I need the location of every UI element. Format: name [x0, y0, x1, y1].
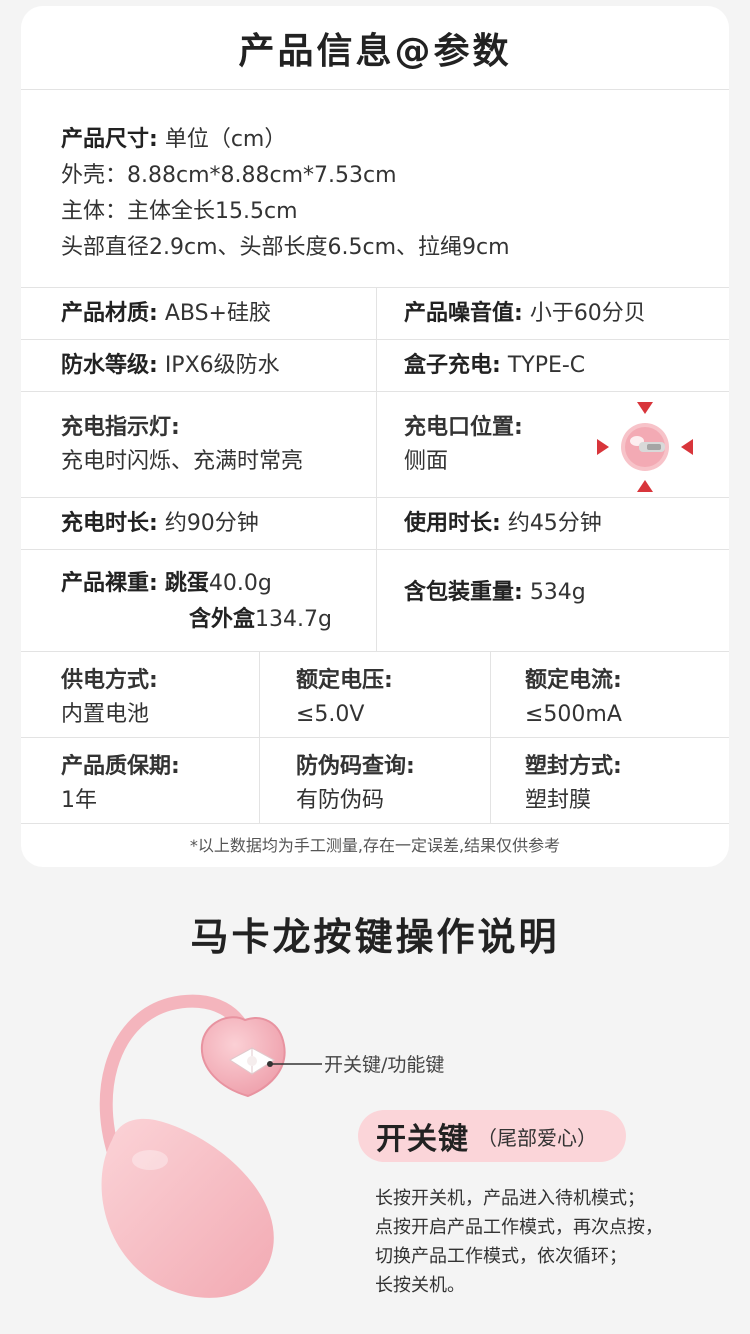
current-value: ≤500mA — [525, 702, 622, 727]
current-label: 额定电流: — [525, 668, 622, 693]
instruction-line: 长按开关机，产品进入待机模式； — [375, 1188, 645, 1209]
waterproof-label: 防水等级: — [61, 353, 158, 378]
key-name: 开关键 — [376, 1122, 469, 1157]
button-callout: 开关键/功能键 — [324, 1054, 445, 1076]
power-label: 供电方式: — [61, 668, 158, 693]
spec-gross-weight: 含包装重量: 534g — [376, 550, 586, 651]
spec-port: 充电口位置: 侧面 — [376, 392, 729, 497]
spec-material: 产品材质: ABS+硅胶 — [21, 288, 271, 339]
material-value: ABS+硅胶 — [164, 301, 271, 326]
size-block: 产品尺寸: 单位（cm） 外壳：8.88cm*8.88cm*7.53cm 主体：… — [21, 90, 729, 288]
use-time-value: 约45分钟 — [507, 511, 602, 536]
spec-indicator: 充电指示灯: 充电时闪烁、充满时常亮 — [21, 392, 303, 497]
spec-current: 额定电流: ≤500mA — [490, 652, 622, 737]
egg-value: 40.0g — [208, 571, 272, 596]
size-label: 产品尺寸: — [61, 127, 158, 152]
body-size: 主体：主体全长15.5cm — [61, 199, 298, 224]
arrow-icon — [597, 439, 609, 455]
key-sub: （尾部爱心） — [477, 1125, 597, 1150]
instructions: 长按开关机，产品进入待机模式； 点按开启产品工作模式，再次点按， 切换产品工作模… — [375, 1184, 663, 1300]
arrow-icon — [637, 480, 653, 492]
spec-charge-time: 充电时长: 约90分钟 — [21, 498, 259, 549]
arrow-icon — [681, 439, 693, 455]
voltage-value: ≤5.0V — [296, 702, 365, 727]
key-pill: 开关键 （尾部爱心） — [358, 1110, 626, 1162]
anti-fake-value: 有防伪码 — [296, 788, 385, 813]
instruction-line: 长按关机。 — [375, 1275, 465, 1296]
head-size: 头部直径2.9cm、头部长度6.5cm、拉绳9cm — [61, 235, 510, 260]
spec-warranty: 产品质保期: 1年 — [21, 738, 180, 823]
spec-power: 供电方式: 内置电池 — [21, 652, 158, 737]
box-weight-value: 134.7g — [255, 607, 332, 632]
spec-row-waterproof: 防水等级: IPX6级防水 盒子充电: TYPE-C — [21, 340, 729, 392]
instruction-line: 切换产品工作模式，依次循环； — [375, 1246, 627, 1267]
info-title: 产品信息@参数 — [21, 6, 729, 90]
spec-net-weight: 产品裸重: 跳蛋40.0g 含外盒134.7g — [21, 550, 332, 651]
seal-value: 塑封膜 — [525, 788, 592, 813]
waterproof-value: IPX6级防水 — [164, 353, 280, 378]
egg-label: 跳蛋 — [164, 571, 209, 596]
spec-row-weight: 产品裸重: 跳蛋40.0g 含外盒134.7g 含包装重量: 534g — [21, 550, 729, 652]
spec-row-time: 充电时长: 约90分钟 使用时长: 约45分钟 — [21, 498, 729, 550]
voltage-label: 额定电压: — [296, 668, 393, 693]
warranty-label: 产品质保期: — [61, 754, 180, 779]
noise-value: 小于60分贝 — [529, 301, 646, 326]
shell-size: 外壳：8.88cm*8.88cm*7.53cm — [61, 163, 397, 188]
charging-port-icon — [597, 402, 693, 492]
spec-use-time: 使用时长: 约45分钟 — [376, 498, 602, 549]
spec-row-material: 产品材质: ABS+硅胶 产品噪音值: 小于60分贝 — [21, 288, 729, 340]
gross-weight-value: 534g — [529, 580, 586, 605]
spec-waterproof: 防水等级: IPX6级防水 — [21, 340, 280, 391]
spec-voltage: 额定电压: ≤5.0V — [259, 652, 393, 737]
material-label: 产品材质: — [61, 301, 158, 326]
spec-seal: 塑封方式: 塑封膜 — [490, 738, 622, 823]
box-charge-label: 盒子充电: — [404, 353, 501, 378]
arrow-icon — [637, 402, 653, 414]
spec-anti-fake: 防伪码查询: 有防伪码 — [259, 738, 415, 823]
spec-box-charge: 盒子充电: TYPE-C — [376, 340, 585, 391]
use-time-label: 使用时长: — [404, 511, 501, 536]
product-image — [99, 994, 322, 1298]
box-charge-value: TYPE-C — [507, 353, 586, 378]
box-weight-label: 含外盒 — [189, 607, 256, 632]
instruction-line: 点按开启产品工作模式，再次点按， — [375, 1217, 663, 1238]
anti-fake-label: 防伪码查询: — [296, 754, 415, 779]
net-weight-label: 产品裸重: — [61, 571, 158, 596]
indicator-value: 充电时闪烁、充满时常亮 — [61, 449, 304, 474]
size-unit: 单位（cm） — [164, 127, 287, 152]
spec-row-indicator: 充电指示灯: 充电时闪烁、充满时常亮 充电口位置: 侧面 — [21, 392, 729, 498]
noise-label: 产品噪音值: — [404, 301, 523, 326]
size-heading: 产品尺寸: 单位（cm） — [61, 122, 729, 158]
warranty-value: 1年 — [61, 788, 97, 813]
charge-time-value: 约90分钟 — [164, 511, 259, 536]
power-value: 内置电池 — [61, 702, 150, 727]
spec-row-power: 供电方式: 内置电池 额定电压: ≤5.0V 额定电流: ≤500mA — [21, 652, 729, 738]
spec-noise: 产品噪音值: 小于60分贝 — [376, 288, 646, 339]
charge-time-label: 充电时长: — [61, 511, 158, 536]
spec-row-warranty: 产品质保期: 1年 防伪码查询: 有防伪码 塑封方式: 塑封膜 — [21, 738, 729, 824]
measurement-note: *以上数据均为手工测量,存在一定误差,结果仅供参考 — [189, 836, 561, 855]
guide-title: 马卡龙按键操作说明 — [190, 915, 560, 959]
product-info-card: 产品信息@参数 产品尺寸: 单位（cm） 外壳：8.88cm*8.88cm*7.… — [21, 6, 729, 867]
gross-weight-label: 含包装重量: — [404, 580, 523, 605]
indicator-label: 充电指示灯: — [61, 415, 180, 440]
seal-label: 塑封方式: — [525, 754, 622, 779]
